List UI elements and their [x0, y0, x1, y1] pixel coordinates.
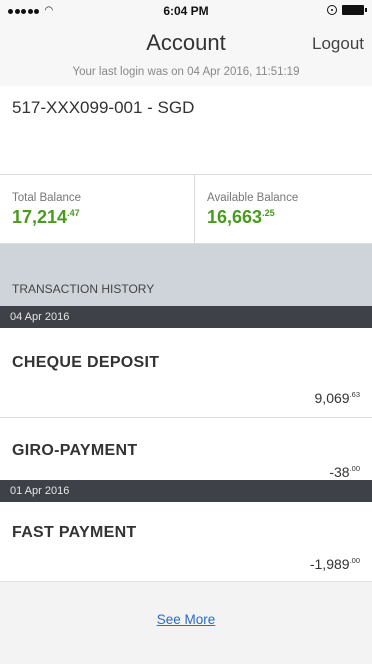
date-header: 04 Apr 2016: [0, 306, 372, 328]
transaction-history-section: TRANSACTION HISTORY: [0, 244, 372, 306]
transaction-row[interactable]: CHEQUE DEPOSIT 9,069.63: [0, 328, 372, 418]
transaction-history-header: TRANSACTION HISTORY: [12, 282, 155, 296]
date-header: 01 Apr 2016: [0, 480, 372, 502]
account-number: 517-XXX099-001 - SGD: [12, 98, 195, 117]
transaction-name: GIRO-PAYMENT: [12, 442, 138, 459]
transaction-amount: -38.00: [329, 464, 360, 480]
navigation-bar: Account Logout Your last login was on 04…: [0, 22, 372, 86]
available-balance-panel: Available Balance 16,663.25: [195, 175, 372, 243]
see-more-link[interactable]: See More: [0, 612, 372, 627]
see-more-bar: See More: [0, 582, 372, 664]
transaction-name: CHEQUE DEPOSIT: [12, 354, 160, 371]
transaction-row[interactable]: FAST PAYMENT -1,989.00: [0, 502, 372, 582]
status-icons: [327, 5, 367, 15]
balance-summary: Total Balance 17,214.47 Available Balanc…: [0, 174, 372, 244]
last-login-text: Your last login was on 04 Apr 2016, 11:5…: [72, 66, 300, 78]
battery-icon: [342, 5, 367, 15]
status-bar: ◠ 6:04 PM: [0, 0, 372, 22]
available-balance-label: Available Balance: [207, 192, 299, 204]
available-balance-value: 16,663.25: [207, 207, 275, 227]
status-time: 6:04 PM: [163, 4, 209, 18]
transaction-row[interactable]: GIRO-PAYMENT -38.00: [0, 418, 372, 480]
account-selector[interactable]: 517-XXX099-001 - SGD: [0, 86, 372, 166]
rotation-lock-icon: [327, 5, 337, 15]
transaction-name: FAST PAYMENT: [12, 524, 137, 541]
total-balance-label: Total Balance: [12, 192, 82, 204]
total-balance-value: 17,214.47: [12, 207, 80, 227]
total-balance-panel: Total Balance 17,214.47: [0, 175, 195, 243]
logout-button[interactable]: Logout: [312, 34, 364, 54]
transaction-amount: 9,069.63: [314, 390, 360, 406]
transaction-amount: -1,989.00: [309, 556, 360, 572]
